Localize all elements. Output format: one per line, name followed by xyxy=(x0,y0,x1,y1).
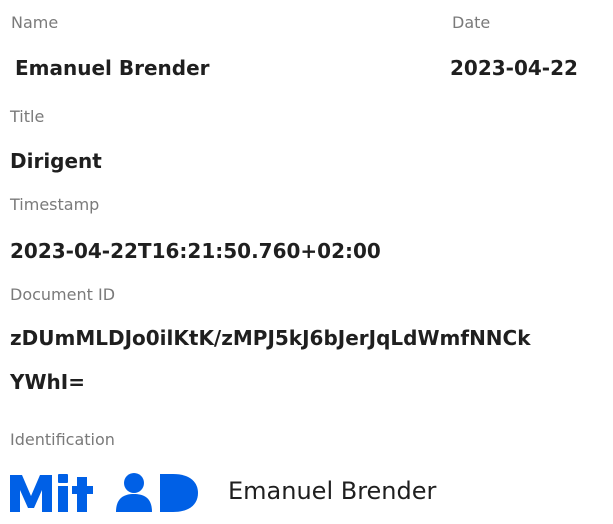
name-label: Name xyxy=(11,13,59,32)
timestamp-value: 2023-04-22T16:21:50.760+02:00 xyxy=(10,239,381,263)
identification-name: Emanuel Brender xyxy=(228,477,437,505)
date-value: 2023-04-22 xyxy=(450,56,578,80)
document-id-line-1: zDUmMLDJo0ilKtK/zMPJ5kJ6bJerJqLdWmfNNCk xyxy=(10,326,531,350)
name-value: Emanuel Brender xyxy=(15,56,210,80)
identification-label: Identification xyxy=(10,430,115,449)
mitid-logo xyxy=(10,473,198,512)
document-id-label: Document ID xyxy=(10,285,116,304)
title-value: Dirigent xyxy=(10,149,102,173)
title-label: Title xyxy=(10,107,45,126)
timestamp-label: Timestamp xyxy=(10,195,100,214)
document-id-line-2: YWhI= xyxy=(10,370,85,394)
date-label: Date xyxy=(452,13,491,32)
